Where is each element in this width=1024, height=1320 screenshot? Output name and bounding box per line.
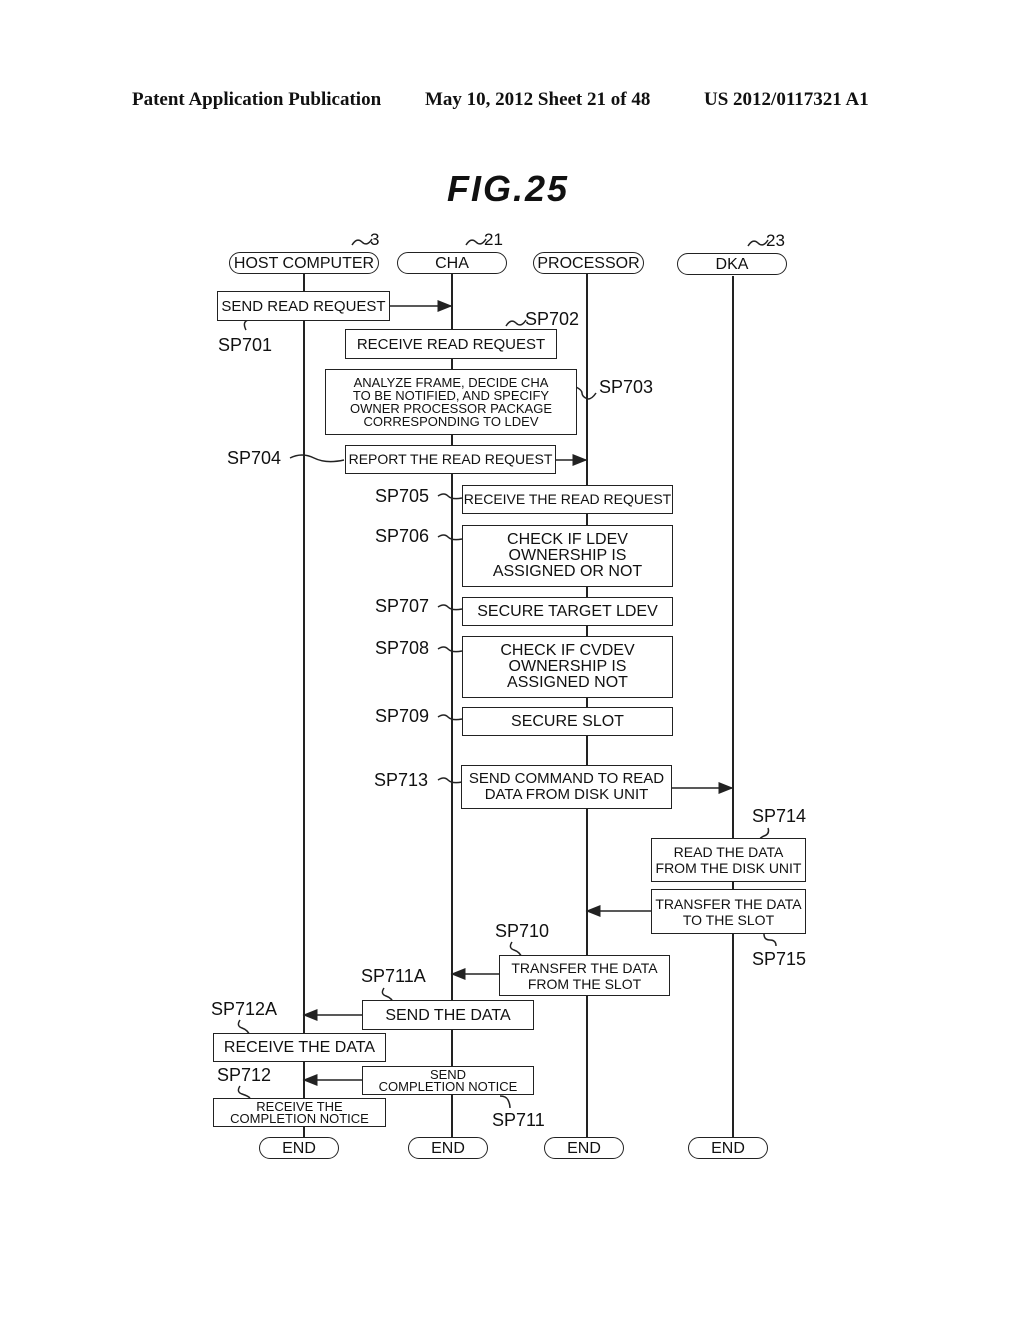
step-label-sp706: SP706 xyxy=(375,526,430,546)
step-box-sp715: TRANSFER THE DATA TO THE SLOT xyxy=(651,889,806,934)
end-processor: END xyxy=(544,1137,624,1159)
step-label-sp707: SP707 xyxy=(375,596,430,616)
step-label-sp701: SP701 xyxy=(218,335,273,355)
step-label-sp710: SP710 xyxy=(495,921,550,941)
step-box-sp703: ANALYZE FRAME, DECIDE CHA TO BE NOTIFIED… xyxy=(325,369,577,435)
step-box-sp711a: SEND THE DATA xyxy=(362,1000,534,1030)
actor-ref-dka: 23 xyxy=(766,231,785,250)
actor-dka: DKA xyxy=(677,253,787,275)
step-box-sp705: RECEIVE THE READ REQUEST xyxy=(462,485,673,514)
step-box-sp714: READ THE DATA FROM THE DISK UNIT xyxy=(651,838,806,882)
step-label-sp712: SP712 xyxy=(217,1065,272,1085)
step-label-sp711a: SP711A xyxy=(361,966,426,986)
actor-cha: CHA xyxy=(397,252,507,274)
step-label-sp714: SP714 xyxy=(752,806,807,826)
end-cha: END xyxy=(408,1137,488,1159)
actor-processor: PROCESSOR xyxy=(533,252,644,274)
step-box-sp713: SEND COMMAND TO READ DATA FROM DISK UNIT xyxy=(461,765,672,809)
step-label-sp705: SP705 xyxy=(375,486,430,506)
step-box-sp701: SEND READ REQUEST xyxy=(217,291,390,321)
step-box-sp708: CHECK IF CVDEV OWNERSHIP IS ASSIGNED NOT xyxy=(462,636,673,698)
step-box-sp707: SECURE TARGET LDEV xyxy=(462,597,673,626)
actor-ref-cha: 21 xyxy=(484,230,503,249)
step-label-sp708: SP708 xyxy=(375,638,430,658)
step-label-sp704: SP704 xyxy=(227,448,282,468)
step-box-sp702: RECEIVE READ REQUEST xyxy=(345,329,557,359)
step-box-sp711: SEND COMPLETION NOTICE xyxy=(362,1066,534,1095)
step-box-sp712: RECEIVE THE COMPLETION NOTICE xyxy=(213,1098,386,1127)
end-dka: END xyxy=(688,1137,768,1159)
step-box-sp706: CHECK IF LDEV OWNERSHIP IS ASSIGNED OR N… xyxy=(462,525,673,587)
step-box-sp704: REPORT THE READ REQUEST xyxy=(345,445,556,474)
actor-host-computer: HOST COMPUTER xyxy=(229,252,379,274)
step-label-sp702: SP702 xyxy=(525,309,580,329)
step-box-sp710: TRANSFER THE DATA FROM THE SLOT xyxy=(499,955,670,996)
step-label-sp711: SP711 xyxy=(492,1110,545,1130)
step-label-sp715: SP715 xyxy=(752,949,807,969)
step-label-sp713: SP713 xyxy=(374,770,429,790)
step-box-sp712a: RECEIVE THE DATA xyxy=(213,1033,386,1062)
step-label-sp703: SP703 xyxy=(599,377,654,397)
step-label-sp712a: SP712A xyxy=(211,999,278,1019)
actor-ref-host: 3 xyxy=(370,230,380,249)
step-label-sp709: SP709 xyxy=(375,706,430,726)
step-box-sp709: SECURE SLOT xyxy=(462,707,673,736)
end-host-computer: END xyxy=(259,1137,339,1159)
